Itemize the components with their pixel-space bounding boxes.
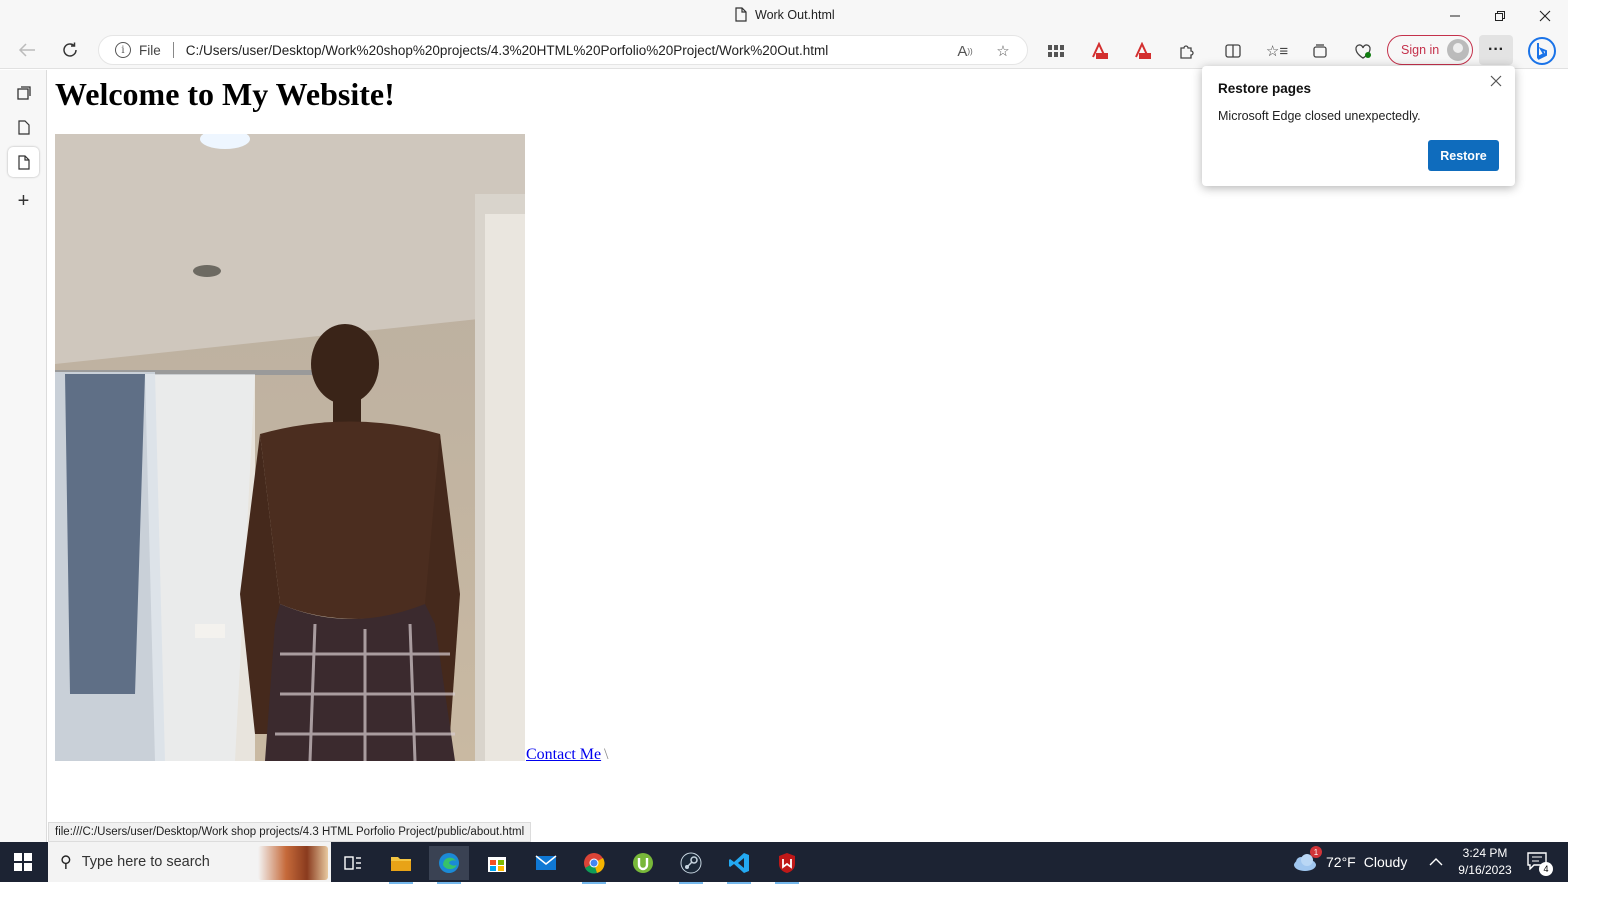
- minimize-button[interactable]: [1433, 0, 1477, 32]
- notification-center-button[interactable]: 4: [1527, 842, 1553, 882]
- info-icon[interactable]: i: [115, 42, 131, 58]
- apps-grid-icon[interactable]: [1044, 39, 1068, 63]
- chevron-up-icon: [1429, 858, 1443, 866]
- contact-me-link[interactable]: Contact Me: [526, 746, 601, 764]
- weather-description: Cloudy: [1363, 854, 1408, 870]
- back-button[interactable]: [11, 34, 43, 66]
- close-icon: [1490, 75, 1502, 87]
- notification-icon: 4: [1527, 852, 1553, 876]
- split-screen-icon[interactable]: [1221, 39, 1245, 63]
- dialog-message: Microsoft Edge closed unexpectedly.: [1218, 109, 1421, 123]
- minimize-icon: [1450, 15, 1460, 17]
- weather-alert-badge: 1: [1310, 846, 1322, 858]
- mail-icon[interactable]: [526, 846, 566, 880]
- restore-pages-dialog: Restore pages Microsoft Edge closed unex…: [1202, 66, 1515, 186]
- tab-actions-icon[interactable]: [8, 78, 39, 108]
- acrobat-pro-icon[interactable]: [1087, 39, 1111, 63]
- back-arrow-icon: [18, 43, 35, 57]
- notification-count-badge: 4: [1539, 862, 1553, 876]
- cloudy-weather-icon: 1: [1292, 846, 1322, 872]
- window-title-text: Work Out.html: [755, 7, 835, 22]
- chrome-icon[interactable]: [574, 846, 614, 884]
- refresh-icon: [63, 42, 77, 57]
- extensions-puzzle-icon[interactable]: [1174, 39, 1198, 63]
- vscode-icon[interactable]: [719, 846, 759, 884]
- browser-essentials-icon[interactable]: [1351, 39, 1375, 63]
- collections-icon[interactable]: [1308, 39, 1332, 63]
- address-bar[interactable]: i File C:/Users/user/Desktop/Work%20shop…: [98, 35, 1028, 65]
- dialog-title: Restore pages: [1218, 81, 1312, 96]
- dialog-close-button[interactable]: [1485, 70, 1507, 92]
- edge-taskbar-icon[interactable]: [429, 846, 469, 884]
- system-clock[interactable]: 3:24 PM 9/16/2023: [1452, 845, 1518, 879]
- address-scheme: File: [139, 42, 161, 58]
- tab-active-page-icon[interactable]: [8, 147, 39, 177]
- clock-time: 3:24 PM: [1462, 846, 1508, 860]
- status-bar-url: file:///C:/Users/user/Desktop/Work shop …: [48, 822, 532, 842]
- search-highlight-icon: [258, 846, 328, 880]
- weather-temperature: 72°F: [1326, 854, 1356, 870]
- file-explorer-icon[interactable]: [381, 846, 421, 884]
- ellipsis-icon: ···: [1488, 41, 1504, 58]
- profile-photo[interactable]: [55, 134, 525, 761]
- profile-avatar-icon: [1447, 39, 1469, 61]
- address-url[interactable]: C:/Users/user/Desktop/Work%20shop%20proj…: [186, 43, 829, 58]
- restore-button[interactable]: [1478, 0, 1522, 32]
- restore-button[interactable]: Restore: [1428, 140, 1499, 171]
- stray-backslash-text: \: [604, 746, 609, 763]
- mcafee-icon[interactable]: [767, 846, 807, 884]
- favorite-star-icon[interactable]: ☆: [993, 41, 1013, 61]
- title-bar: Work Out.html: [0, 0, 1568, 32]
- bing-copilot-button[interactable]: [1526, 35, 1558, 67]
- document-icon: [735, 7, 747, 22]
- search-placeholder: Type here to search: [81, 854, 210, 870]
- favorites-icon[interactable]: ☆≡: [1265, 39, 1289, 63]
- show-hidden-icons-button[interactable]: [1429, 842, 1443, 882]
- close-window-button[interactable]: [1523, 0, 1567, 32]
- read-aloud-icon[interactable]: A)): [955, 41, 975, 61]
- windows-taskbar: ⚲ Type here to search 1 72°F Cloudy 3:24…: [0, 842, 1568, 884]
- browser-toolbar: i File C:/Users/user/Desktop/Work%20shop…: [0, 32, 1568, 69]
- windows-logo-icon: [14, 853, 32, 871]
- address-separator: [172, 42, 174, 58]
- clock-date: 9/16/2023: [1458, 863, 1512, 877]
- tab-page-icon[interactable]: [8, 112, 39, 142]
- page-heading: Welcome to My Website!: [55, 76, 395, 112]
- new-tab-plus-icon[interactable]: +: [8, 186, 39, 216]
- task-view-icon[interactable]: [333, 846, 373, 880]
- weather-widget[interactable]: 1 72°F Cloudy: [1292, 842, 1407, 882]
- search-icon: ⚲: [60, 854, 72, 871]
- taskbar-search-box[interactable]: ⚲ Type here to search: [48, 842, 331, 882]
- restore-icon: [1495, 11, 1505, 21]
- microsoft-store-icon[interactable]: [477, 846, 517, 880]
- sign-in-label: Sign in: [1401, 43, 1440, 57]
- sign-in-button[interactable]: Sign in: [1387, 35, 1473, 65]
- start-button[interactable]: [0, 842, 46, 882]
- steam-icon[interactable]: [671, 846, 711, 884]
- acrobat-pro-2-icon[interactable]: [1130, 39, 1154, 63]
- settings-more-button[interactable]: ···: [1479, 35, 1513, 65]
- refresh-button[interactable]: [54, 34, 86, 66]
- window-title: Work Out.html: [735, 7, 835, 22]
- utorrent-icon[interactable]: [623, 846, 663, 880]
- close-icon: [1539, 10, 1551, 22]
- vertical-tabs-sidebar: +: [0, 70, 47, 842]
- bing-icon: [1528, 37, 1556, 65]
